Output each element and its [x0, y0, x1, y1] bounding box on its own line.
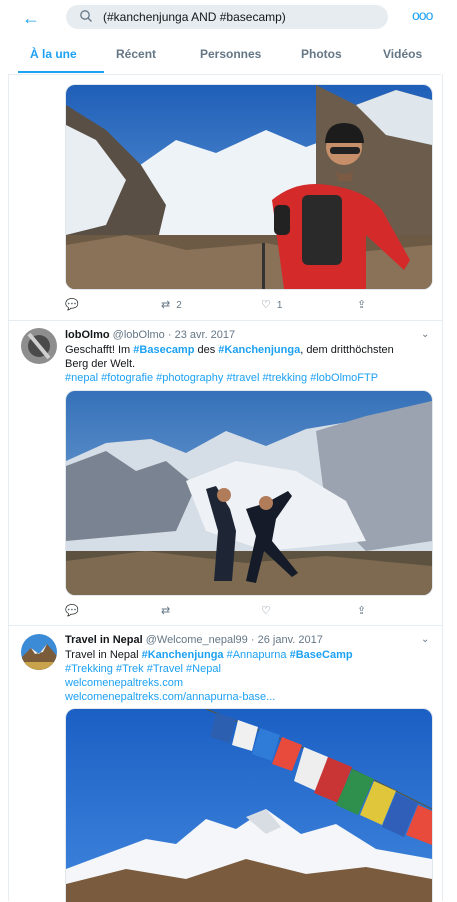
tweet1-actions: 💬 ⇄ 2 ♡ 1 ⇪ [65, 298, 385, 314]
tweet-line: Berg der Welt. [65, 358, 136, 370]
tweet-line: Travel in Nepal #Kanchenjunga #Annapurna… [65, 648, 440, 662]
text-span: , dem dritthöchsten [300, 344, 394, 356]
text-span: Travel in Nepal [65, 649, 142, 661]
hashtag-link[interactable]: #Annapurna [224, 649, 290, 661]
tweet3-text: Travel in Nepal #Kanchenjunga #Annapurna… [65, 648, 440, 704]
heart-icon[interactable]: ♡ [261, 604, 271, 617]
tweet-photo-basecamp[interactable] [65, 390, 433, 596]
user-handle[interactable]: @lobOlmo [113, 329, 165, 341]
search-tabs: À la une Récent Personnes Photos Vidéos [8, 36, 441, 75]
climber-photo-image [66, 85, 432, 289]
avatar[interactable] [21, 634, 57, 670]
hashtag-list[interactable]: #Trekking #Trek #Travel #Nepal [65, 662, 440, 676]
hashtag-link[interactable]: #BaseCamp [290, 649, 353, 661]
tweet-line: Geschafft! Im #Basecamp des #Kanchenjung… [65, 343, 440, 357]
hashtag-link[interactable]: #Basecamp [133, 344, 194, 356]
external-link[interactable]: welcomenepaltreks.com [65, 676, 440, 690]
tweet2-header: lobOlmo @lobOlmo · 23 avr. 2017 [65, 329, 235, 341]
chevron-down-icon[interactable]: ⌄ [421, 329, 429, 340]
tab-people[interactable]: Personnes [200, 47, 261, 61]
avatar[interactable] [21, 328, 57, 364]
tweet2-text: Geschafft! Im #Basecamp des #Kanchenjung… [65, 343, 440, 385]
like-count: 1 [276, 300, 283, 311]
chevron-down-icon[interactable]: ⌄ [421, 634, 429, 645]
search-input[interactable] [103, 8, 373, 26]
divider [9, 320, 442, 321]
share-icon[interactable]: ⇪ [357, 298, 366, 311]
meta-separator: · [167, 329, 172, 341]
tweet-date[interactable]: 23 avr. 2017 [175, 329, 236, 341]
retweet-icon[interactable]: ⇄ [161, 604, 170, 617]
tweet-photo-climber[interactable] [65, 84, 433, 290]
hashtag-list[interactable]: #nepal #fotografie #photography #travel … [65, 371, 440, 385]
retweet-count: 2 [176, 300, 182, 311]
meta-separator: · [250, 634, 255, 646]
hashtag-link[interactable]: #Kanchenjunga [142, 649, 224, 661]
tweet2-actions: 💬 ⇄ ♡ ⇪ [65, 604, 385, 620]
tab-top[interactable]: À la une [30, 47, 77, 61]
tab-photos[interactable]: Photos [301, 47, 342, 61]
avatar-image [21, 634, 57, 670]
hashtag-link[interactable]: #Kanchenjunga [218, 344, 300, 356]
share-icon[interactable]: ⇪ [357, 604, 366, 617]
back-arrow-icon[interactable]: ← [22, 8, 40, 29]
user-name[interactable]: lobOlmo [65, 329, 110, 341]
more-options-icon[interactable]: ooo [412, 7, 433, 23]
tab-latest[interactable]: Récent [116, 47, 156, 61]
search-box[interactable] [66, 5, 388, 29]
active-tab-indicator [18, 71, 104, 73]
text-span: des [194, 344, 219, 356]
tweet3-header: Travel in Nepal @Welcome_nepal99 · 26 ja… [65, 634, 323, 646]
tab-videos[interactable]: Vidéos [383, 47, 422, 61]
heart-icon: ♡ [261, 299, 271, 311]
prayer-flags-photo-image [66, 709, 432, 902]
user-handle[interactable]: @Welcome_nepal99 [146, 634, 248, 646]
reply-icon[interactable]: 💬 [65, 298, 79, 311]
basecamp-photo-image [66, 391, 432, 595]
text-span: Geschafft! Im [65, 344, 134, 356]
search-icon [80, 10, 92, 22]
retweet-button[interactable]: ⇄ 2 [161, 298, 182, 311]
reply-icon[interactable]: 💬 [65, 604, 79, 617]
divider [9, 625, 442, 626]
user-name[interactable]: Travel in Nepal [65, 634, 143, 646]
retweet-icon: ⇄ [161, 299, 171, 311]
tweet-date[interactable]: 26 janv. 2017 [258, 634, 323, 646]
like-button[interactable]: ♡ 1 [261, 298, 282, 311]
tweet-feed: 💬 ⇄ 2 ♡ 1 ⇪ lobOlmo @lobOlmo · 23 avr. 201… [8, 74, 443, 902]
tweet-photo-prayer-flags[interactable] [65, 708, 433, 902]
top-bar: ← ooo [0, 0, 457, 36]
external-link[interactable]: welcomenepaltreks.com/annapurna-base... [65, 690, 440, 704]
avatar-image [21, 328, 57, 364]
